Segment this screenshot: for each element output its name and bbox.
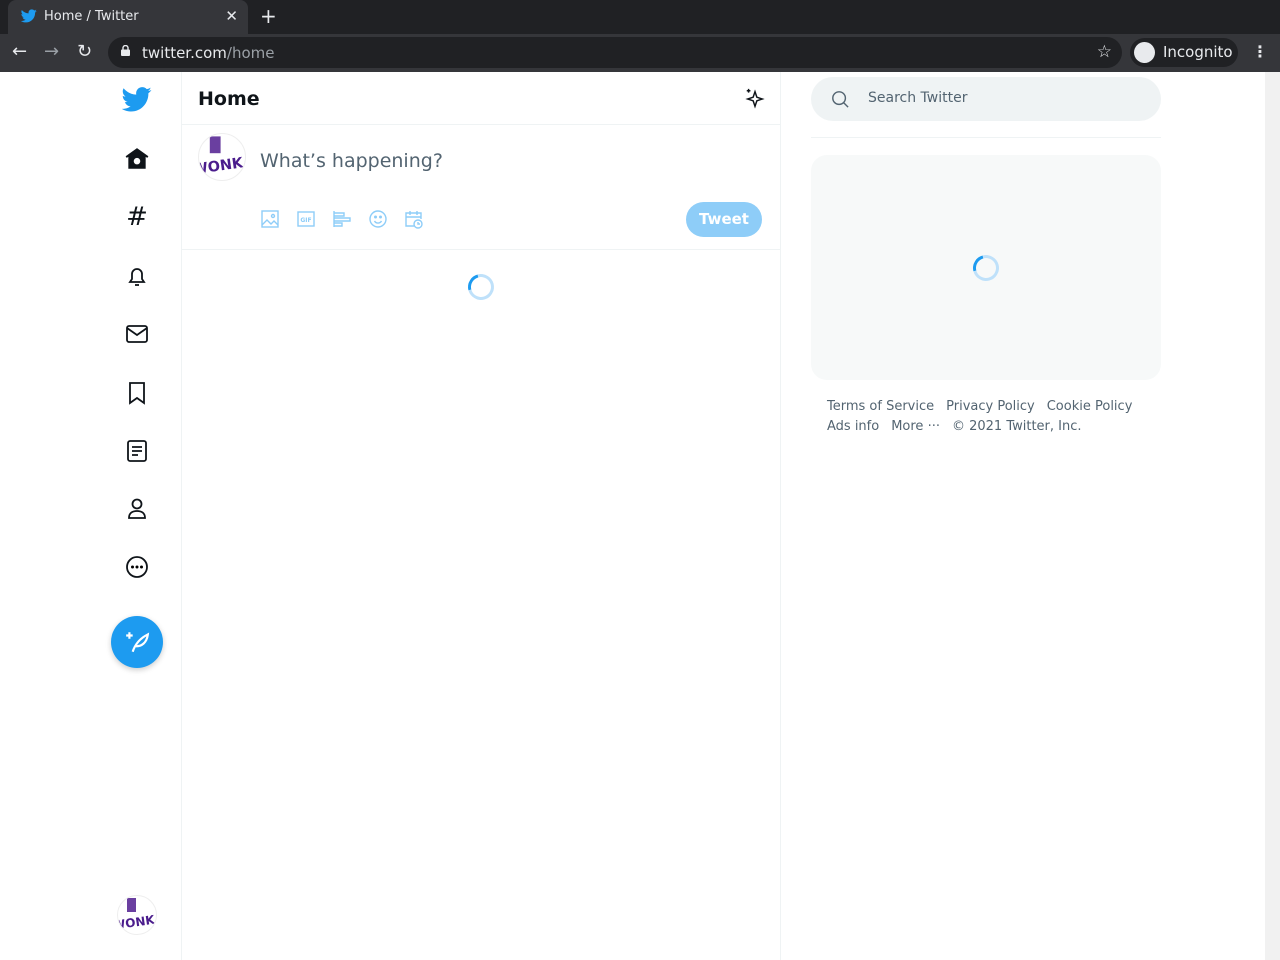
url-text: twitter.com/home bbox=[142, 44, 275, 62]
notifications-bell-icon[interactable] bbox=[119, 258, 155, 294]
browser-tab-bar: Home / Twitter ✕ + bbox=[0, 0, 1280, 34]
scrollbar[interactable] bbox=[1265, 72, 1280, 960]
svg-text:WONKA: WONKA bbox=[118, 911, 157, 932]
lists-icon[interactable] bbox=[119, 433, 155, 469]
svg-text:GIF: GIF bbox=[300, 217, 311, 224]
search-placeholder: Search Twitter bbox=[868, 90, 968, 106]
page-title: Home bbox=[198, 88, 260, 110]
timeline-loading-spinner bbox=[463, 269, 499, 305]
incognito-badge[interactable]: Incognito bbox=[1130, 38, 1238, 67]
timeline-header: Home bbox=[182, 72, 780, 125]
media-image-icon[interactable] bbox=[260, 209, 280, 229]
explore-hashtag-icon[interactable]: # bbox=[119, 199, 155, 235]
privacy-link[interactable]: Privacy Policy bbox=[946, 399, 1035, 414]
svg-text:WONKA: WONKA bbox=[199, 154, 246, 179]
account-avatar[interactable]: WONKA bbox=[117, 895, 157, 935]
search-input[interactable]: Search Twitter bbox=[811, 77, 1161, 121]
incognito-label: Incognito bbox=[1163, 43, 1233, 61]
home-icon[interactable] bbox=[119, 141, 155, 177]
twitter-logo-icon[interactable] bbox=[119, 81, 155, 117]
composer-tools: GIF bbox=[260, 209, 424, 229]
poll-icon[interactable] bbox=[332, 209, 352, 229]
divider bbox=[811, 137, 1161, 138]
browser-menu-icon[interactable]: ⋮ bbox=[1252, 42, 1268, 61]
trends-panel bbox=[811, 155, 1161, 380]
more-link[interactable]: More ··· bbox=[891, 419, 940, 434]
composer-avatar[interactable]: WONKA bbox=[198, 133, 246, 181]
tweet-button[interactable]: Tweet bbox=[686, 202, 762, 237]
new-tab-icon[interactable]: + bbox=[260, 4, 277, 28]
tweet-input[interactable]: What’s happening? bbox=[260, 150, 443, 172]
feather-plus-icon bbox=[126, 632, 150, 653]
address-bar[interactable]: twitter.com/home ☆ bbox=[108, 37, 1122, 68]
emoji-icon[interactable] bbox=[368, 209, 388, 229]
profile-icon[interactable] bbox=[119, 491, 155, 527]
lock-icon bbox=[121, 45, 130, 56]
main-timeline: Home WONKA What’s happening? GIF Tweet bbox=[182, 72, 781, 960]
incognito-icon bbox=[1134, 42, 1155, 63]
cookie-link[interactable]: Cookie Policy bbox=[1047, 399, 1133, 414]
twitter-page: # WONKA Home WONKA What’s happening? GIF… bbox=[0, 72, 1265, 960]
left-nav: # WONKA bbox=[0, 72, 182, 960]
messages-mail-icon[interactable] bbox=[119, 316, 155, 352]
compose-tweet-button[interactable] bbox=[111, 616, 163, 668]
footer-links: Terms of Service Privacy Policy Cookie Pol… bbox=[827, 397, 1147, 437]
more-circle-icon[interactable] bbox=[119, 549, 155, 585]
reload-icon[interactable]: ↻ bbox=[77, 41, 92, 62]
trends-loading-spinner bbox=[968, 250, 1004, 286]
back-icon[interactable]: ← bbox=[12, 41, 27, 62]
bookmarks-icon[interactable] bbox=[119, 375, 155, 411]
ads-info-link[interactable]: Ads info bbox=[827, 419, 879, 434]
close-tab-icon[interactable]: ✕ bbox=[225, 7, 238, 25]
tweet-composer: WONKA What’s happening? GIF Tweet bbox=[182, 125, 780, 250]
schedule-icon[interactable] bbox=[404, 209, 424, 229]
copyright: © 2021 Twitter, Inc. bbox=[951, 419, 1082, 434]
terms-link[interactable]: Terms of Service bbox=[827, 399, 934, 414]
browser-toolbar: ← → ↻ twitter.com/home ☆ Incognito ⋮ bbox=[0, 34, 1280, 72]
forward-icon[interactable]: → bbox=[44, 41, 59, 62]
tab-title: Home / Twitter bbox=[44, 9, 139, 24]
sparkle-top-tweets-icon[interactable] bbox=[744, 88, 766, 110]
bookmark-star-icon[interactable]: ☆ bbox=[1097, 42, 1112, 62]
search-icon bbox=[832, 91, 849, 108]
twitter-favicon-icon bbox=[21, 9, 37, 23]
browser-tab[interactable]: Home / Twitter ✕ bbox=[8, 0, 248, 34]
gif-icon[interactable]: GIF bbox=[296, 209, 316, 229]
